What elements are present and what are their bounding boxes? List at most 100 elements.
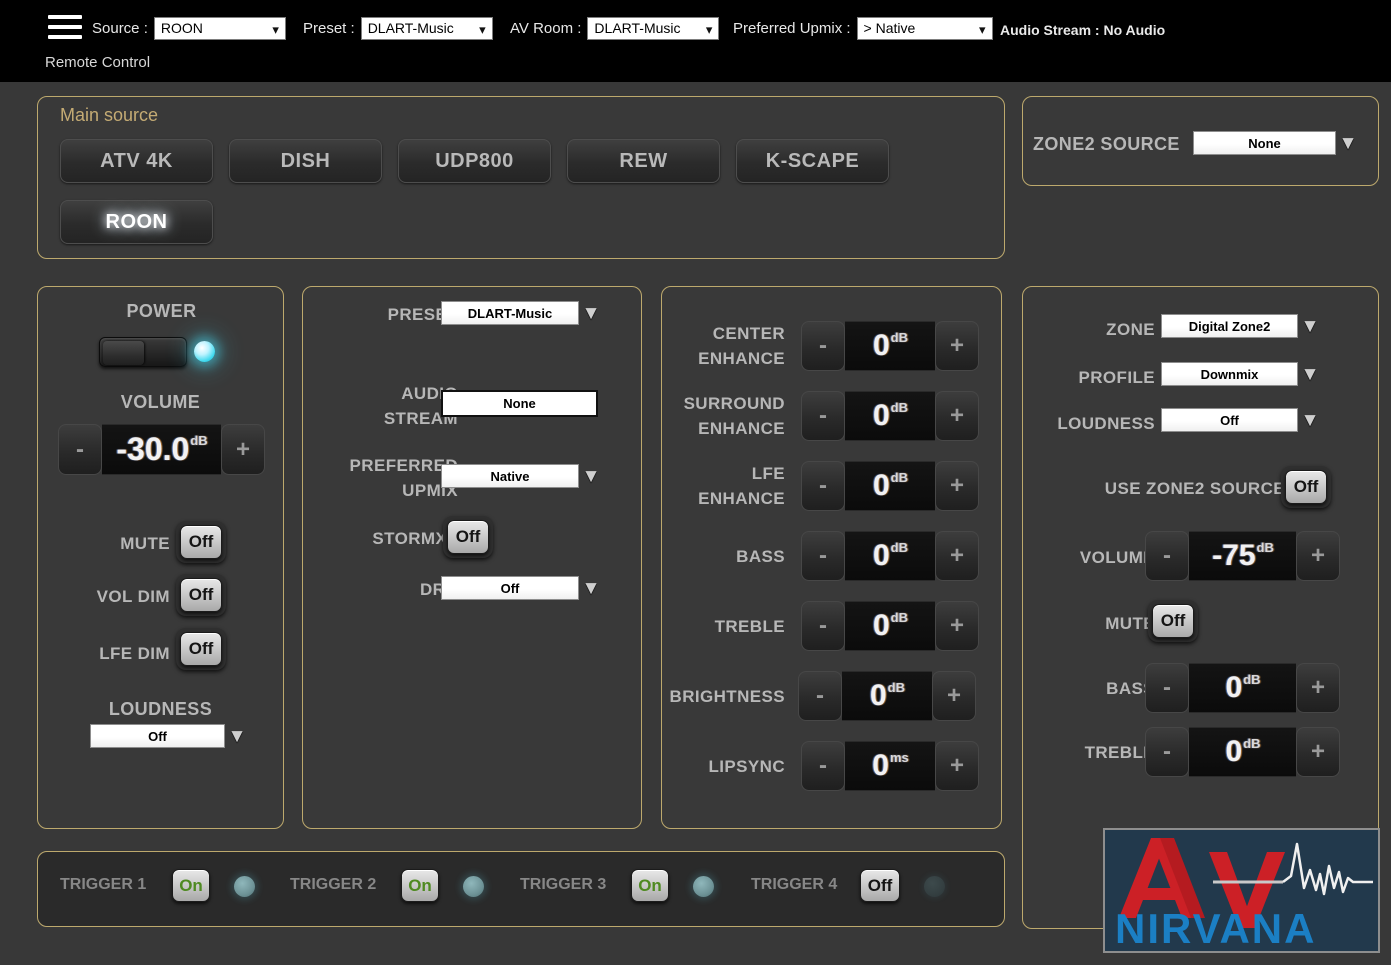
profile-select[interactable]: Downmix ▼ xyxy=(1161,362,1298,386)
preferred-upmix-select[interactable]: Native ▼ xyxy=(441,464,579,488)
use-zone2-source-label: USE ZONE2 SOURCE xyxy=(1060,476,1285,501)
upmix-label: Preferred Upmix : xyxy=(733,20,851,37)
zone-volume-value: -75 xyxy=(1212,539,1255,573)
chevron-down-icon: ▾ xyxy=(272,19,279,40)
trigger-3-toggle[interactable]: On xyxy=(631,869,669,902)
brightness-minus-button[interactable]: - xyxy=(798,671,842,721)
treble-value: 0 xyxy=(873,609,890,643)
source-button-rew[interactable]: REW xyxy=(567,139,720,183)
source-button-label: K-SCAPE xyxy=(766,150,860,173)
hamburger-icon[interactable] xyxy=(48,15,82,41)
center-enhance-unit: dB xyxy=(891,330,908,345)
source-button-atv4k[interactable]: ATV 4K xyxy=(60,139,213,183)
lfe-enhance-plus-button[interactable]: + xyxy=(935,461,979,511)
stormxt-toggle-wrap: Off xyxy=(443,516,493,558)
trigger-4-toggle[interactable]: Off xyxy=(860,869,900,902)
surround-enhance-minus-button[interactable]: - xyxy=(801,391,845,441)
preset-select[interactable]: DLART-Music ▼ xyxy=(441,301,579,325)
lfe-dim-label: LFE DIM xyxy=(60,641,170,666)
vol-dim-toggle[interactable]: Off xyxy=(180,578,222,612)
trigger-1-label: TRIGGER 1 xyxy=(60,876,146,894)
zone-treble-stepper: - 0 dB + xyxy=(1145,727,1340,777)
bass-value: 0 xyxy=(873,539,890,573)
source-button-label: ATV 4K xyxy=(100,150,173,173)
treble-plus-button[interactable]: + xyxy=(935,601,979,651)
bass-unit: dB xyxy=(891,540,908,555)
avroom-select-value: DLART-Music xyxy=(594,20,680,36)
chevron-down-icon: ▼ xyxy=(1297,313,1323,341)
trigger-2-toggle[interactable]: On xyxy=(401,869,439,902)
mute-label: MUTE xyxy=(60,531,170,556)
power-label: POWER xyxy=(38,299,285,324)
power-toggle-switch[interactable] xyxy=(99,337,187,367)
lfe-dim-toggle[interactable]: Off xyxy=(180,632,222,666)
source-button-dish[interactable]: DISH xyxy=(229,139,382,183)
chevron-down-icon: ▼ xyxy=(578,300,604,328)
zone2-source-label: ZONE2 SOURCE xyxy=(1033,132,1183,157)
treble-stepper: - 0 dB + xyxy=(801,601,979,651)
drc-select[interactable]: Off ▼ xyxy=(441,576,579,600)
upmix-select[interactable]: > Native ▾ xyxy=(857,17,993,40)
trigger-1-toggle[interactable]: On xyxy=(172,869,210,902)
zone2-source-select[interactable]: None ▼ xyxy=(1193,131,1336,155)
lipsync-value: 0 xyxy=(872,749,889,783)
center-enhance-plus-button[interactable]: + xyxy=(935,321,979,371)
audio-stream-label-line1: AUDIO xyxy=(323,381,458,406)
zone-treble-value: 0 xyxy=(1225,735,1242,769)
avroom-label: AV Room : xyxy=(510,20,581,37)
av-nirvana-logo: NIRVANA xyxy=(1103,828,1380,953)
use-zone2-source-toggle[interactable]: Off xyxy=(1285,470,1327,504)
surround-enhance-label-line2: ENHANCE xyxy=(665,416,785,441)
zone-bass-stepper: - 0 dB + xyxy=(1145,663,1340,713)
chevron-down-icon: ▼ xyxy=(578,575,604,603)
lfe-enhance-label-line1: LFE xyxy=(665,461,785,486)
brightness-plus-button[interactable]: + xyxy=(932,671,976,721)
zone-bass-label: BASS xyxy=(1040,676,1155,701)
zone-bass-value: 0 xyxy=(1225,671,1242,705)
surround-enhance-plus-button[interactable]: + xyxy=(935,391,979,441)
zone-treble-label: TREBLE xyxy=(1035,740,1155,765)
zone-volume-unit: dB xyxy=(1257,540,1274,555)
treble-minus-button[interactable]: - xyxy=(801,601,845,651)
source-select[interactable]: ROON ▾ xyxy=(154,17,286,40)
main-volume-minus-button[interactable]: - xyxy=(58,424,102,475)
treble-display: 0 dB xyxy=(845,601,935,651)
power-toggle-knob xyxy=(103,341,144,365)
preset-selector-group: Preset : DLART-Music ▾ xyxy=(303,16,493,40)
power-led-indicator xyxy=(194,341,215,362)
source-button-kscape[interactable]: K-SCAPE xyxy=(736,139,889,183)
zone-treble-minus-button[interactable]: - xyxy=(1145,727,1189,777)
preset-select[interactable]: DLART-Music ▾ xyxy=(361,17,493,40)
lfe-dim-toggle-wrap: Off xyxy=(176,628,226,670)
preferred-upmix-label-line1: PREFERRED xyxy=(313,453,458,478)
trigger-3-led xyxy=(693,876,714,897)
remote-control-label: Remote Control xyxy=(45,54,150,71)
zone-treble-display: 0 dB xyxy=(1189,727,1296,777)
zone2-source-value: None xyxy=(1248,136,1281,151)
zone-bass-plus-button[interactable]: + xyxy=(1296,663,1340,713)
zone-select[interactable]: Digital Zone2 ▼ xyxy=(1161,314,1298,338)
source-button-roon[interactable]: ROON xyxy=(60,200,213,244)
zone-loudness-select[interactable]: Off ▼ xyxy=(1161,408,1298,432)
lipsync-plus-button[interactable]: + xyxy=(935,741,979,791)
zone-treble-plus-button[interactable]: + xyxy=(1296,727,1340,777)
brightness-label: BRIGHTNESS xyxy=(655,684,785,709)
bass-minus-button[interactable]: - xyxy=(801,531,845,581)
chevron-down-icon: ▼ xyxy=(224,723,250,751)
loudness-select[interactable]: Off ▼ xyxy=(90,724,225,748)
stormxt-toggle[interactable]: Off xyxy=(447,520,489,554)
zone-bass-minus-button[interactable]: - xyxy=(1145,663,1189,713)
avroom-select[interactable]: DLART-Music ▾ xyxy=(587,17,719,40)
treble-unit: dB xyxy=(891,610,908,625)
lfe-enhance-minus-button[interactable]: - xyxy=(801,461,845,511)
lipsync-minus-button[interactable]: - xyxy=(801,741,845,791)
zone-volume-plus-button[interactable]: + xyxy=(1296,531,1340,581)
source-button-udp800[interactable]: UDP800 xyxy=(398,139,551,183)
center-enhance-minus-button[interactable]: - xyxy=(801,321,845,371)
mute-toggle[interactable]: Off xyxy=(180,525,222,559)
preset-panel: PRESET DLART-Music ▼ AUDIO STREAM None P… xyxy=(302,286,642,829)
zone-volume-minus-button[interactable]: - xyxy=(1145,531,1189,581)
main-volume-plus-button[interactable]: + xyxy=(221,424,265,475)
bass-plus-button[interactable]: + xyxy=(935,531,979,581)
zone-mute-toggle[interactable]: Off xyxy=(1152,604,1194,638)
